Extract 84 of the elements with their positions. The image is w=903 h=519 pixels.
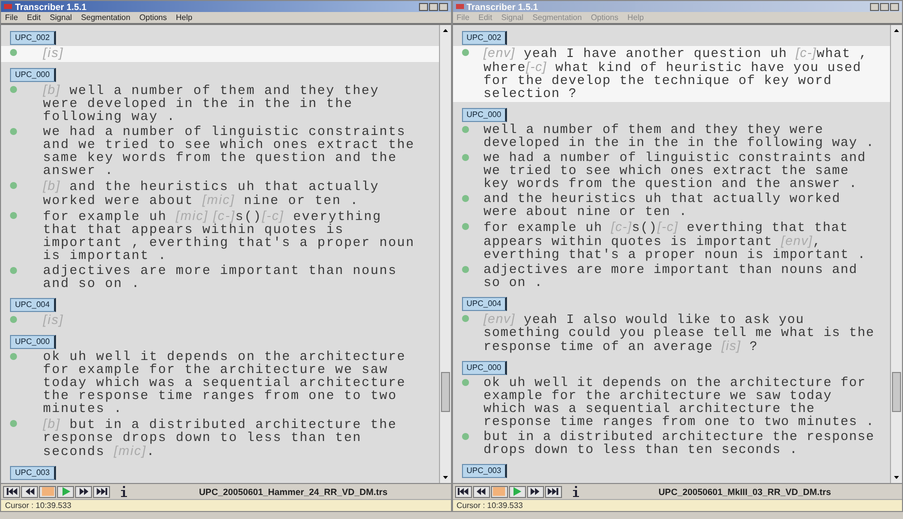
play-button[interactable] bbox=[57, 486, 74, 498]
fast-forward-button[interactable] bbox=[75, 486, 92, 498]
segment-dot[interactable] bbox=[10, 353, 17, 360]
transcript-text: [env] yeah I have another question uh [c-]what , where[-c] what kind of heuristic have you used for the develop the technique of key word selection ? bbox=[484, 46, 869, 100]
maximize-button[interactable] bbox=[880, 2, 889, 10]
pause-icon bbox=[40, 486, 54, 497]
menu-item[interactable]: Signal bbox=[50, 13, 72, 22]
segment-dot[interactable] bbox=[462, 266, 468, 273]
skip-to-end-button[interactable] bbox=[93, 486, 110, 498]
segment-dot[interactable] bbox=[10, 316, 17, 323]
pause-icon bbox=[492, 486, 506, 497]
menu-item[interactable]: Help bbox=[176, 13, 192, 22]
transcript-text: ok uh well it depends on the architecture for example for the architecture we saw today which was a sequential architecture the response time ranges from one to two minutes . bbox=[43, 350, 407, 415]
transcript-text: we had a number of linguistic constraints and we tried to see which ones extract the same key words from the question and the answer . bbox=[484, 151, 868, 190]
segment-dot[interactable] bbox=[10, 86, 17, 93]
skip-to-end-button[interactable] bbox=[544, 486, 562, 498]
speaker-tag[interactable]: UPC_002 bbox=[10, 31, 56, 45]
close-button[interactable] bbox=[890, 2, 899, 10]
segment-dot[interactable] bbox=[462, 315, 468, 322]
scrollbar[interactable] bbox=[438, 25, 450, 483]
segment-dot[interactable] bbox=[10, 128, 17, 135]
fast-forward-icon bbox=[528, 486, 542, 497]
segment-dot[interactable] bbox=[462, 223, 468, 230]
transcript-text: adjectives are more important than nouns and so on . bbox=[43, 264, 398, 290]
segment-dot[interactable] bbox=[462, 154, 468, 161]
minimize-button[interactable] bbox=[870, 2, 879, 10]
scroll-thumb[interactable] bbox=[440, 372, 450, 412]
segment-dot[interactable] bbox=[10, 420, 17, 427]
skip-to-start-icon bbox=[456, 486, 470, 497]
speaker-tag[interactable]: UPC_003 bbox=[10, 466, 56, 480]
cursor-position: Cursor : 10:39.533 bbox=[1, 499, 450, 511]
fast-forward-button[interactable] bbox=[526, 486, 544, 498]
segment-dot[interactable] bbox=[462, 195, 468, 202]
close-button[interactable] bbox=[438, 2, 448, 10]
skip-to-start-icon bbox=[4, 486, 18, 497]
speaker-tag[interactable]: UPC_000 bbox=[462, 108, 508, 122]
app-icon bbox=[456, 3, 464, 10]
window-title: Transcriber 1.5.1 bbox=[15, 2, 88, 12]
segment-dot[interactable] bbox=[10, 212, 17, 219]
skip-to-start-button[interactable] bbox=[454, 486, 472, 498]
file-name: UPC_20050601_MkIII_03_RR_VD_DM.trs bbox=[657, 486, 832, 496]
segment-dot[interactable] bbox=[462, 49, 468, 56]
transcript-text: adjectives are more important than nouns and so on . bbox=[484, 263, 859, 289]
transcript-text: and the heuristics uh that actually worked were about nine or ten . bbox=[484, 192, 842, 218]
segment-dot[interactable] bbox=[462, 433, 468, 440]
scrollbar[interactable] bbox=[890, 25, 902, 483]
skip-to-end-icon bbox=[546, 486, 560, 497]
menu-item[interactable]: File bbox=[5, 13, 18, 22]
segment-dot[interactable] bbox=[462, 379, 468, 386]
skip-to-end-icon bbox=[94, 486, 108, 497]
menu-item[interactable]: Options bbox=[139, 13, 167, 22]
speaker-tag[interactable]: UPC_004 bbox=[462, 297, 508, 311]
scroll-thumb[interactable] bbox=[892, 372, 901, 412]
transcript-text: [is] bbox=[43, 46, 65, 60]
speaker-tag[interactable]: UPC_000 bbox=[10, 335, 56, 349]
menu-item[interactable]: Segmentation bbox=[80, 13, 130, 22]
segment-dot[interactable] bbox=[462, 126, 468, 133]
speaker-tag[interactable]: UPC_003 bbox=[462, 464, 508, 478]
minimize-button[interactable] bbox=[418, 2, 428, 10]
maximize-button[interactable] bbox=[428, 2, 438, 10]
speaker-tag[interactable]: UPC_002 bbox=[462, 31, 508, 45]
menu-item[interactable]: Edit bbox=[26, 13, 41, 22]
transcript-text: well a number of them and they they were developed in the in the in the following way . bbox=[484, 123, 876, 149]
window-title: Transcriber 1.5.1 bbox=[466, 2, 540, 12]
skip-to-start-button[interactable] bbox=[3, 486, 20, 498]
transcript-text: ok uh well it depends on the architecture for example for the architecture we saw today which was a sequential architecture the response time ranges from one to two minutes . bbox=[484, 376, 876, 428]
speaker-tag[interactable]: UPC_000 bbox=[10, 68, 56, 82]
play-button[interactable] bbox=[508, 486, 526, 498]
rewind-button[interactable] bbox=[21, 486, 38, 498]
speaker-tag[interactable]: UPC_000 bbox=[462, 361, 508, 375]
speaker-tag[interactable]: UPC_004 bbox=[10, 298, 56, 312]
pause-button[interactable] bbox=[490, 486, 508, 498]
pause-button[interactable] bbox=[39, 486, 56, 498]
fast-forward-icon bbox=[76, 486, 90, 497]
segment-dot[interactable] bbox=[10, 182, 17, 189]
transcript-text: but in a distributed architecture the response drops down to less than ten seconds . bbox=[484, 430, 876, 456]
rewind-icon bbox=[474, 486, 488, 497]
segment-dot[interactable] bbox=[10, 49, 17, 56]
file-name: UPC_20050601_Hammer_24_RR_VD_DM.trs bbox=[198, 486, 389, 496]
transcript-text: we had a number of linguistic constraints and we tried to see which ones extract the same key words from the question and the answer . bbox=[43, 125, 416, 177]
rewind-button[interactable] bbox=[472, 486, 490, 498]
app-icon bbox=[4, 3, 12, 10]
segment-dot[interactable] bbox=[10, 267, 17, 274]
cursor-position: Cursor : 10:39.533 bbox=[452, 499, 902, 511]
